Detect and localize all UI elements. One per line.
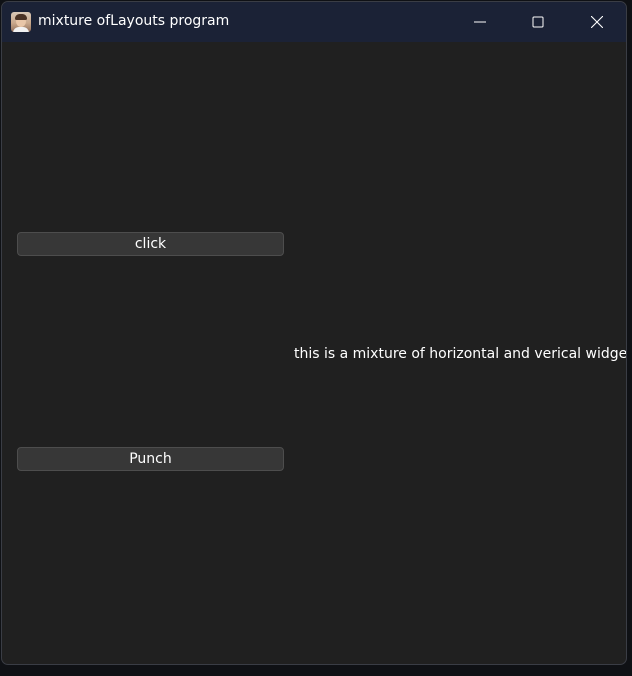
app-icon bbox=[11, 12, 31, 32]
minimize-icon bbox=[474, 21, 486, 23]
close-button[interactable] bbox=[568, 2, 626, 42]
close-icon bbox=[591, 16, 603, 28]
info-label: this is a mixture of horizontal and veri… bbox=[294, 346, 627, 362]
maximize-button[interactable] bbox=[509, 2, 567, 42]
minimize-button[interactable] bbox=[451, 2, 509, 42]
title-bar[interactable]: mixture ofLayouts program bbox=[2, 2, 626, 42]
app-window: mixture ofLayouts program click this is … bbox=[1, 1, 627, 665]
window-title: mixture ofLayouts program bbox=[38, 13, 230, 29]
punch-button[interactable]: Punch bbox=[17, 447, 284, 471]
click-button[interactable]: click bbox=[17, 232, 284, 256]
maximize-icon bbox=[532, 16, 544, 28]
